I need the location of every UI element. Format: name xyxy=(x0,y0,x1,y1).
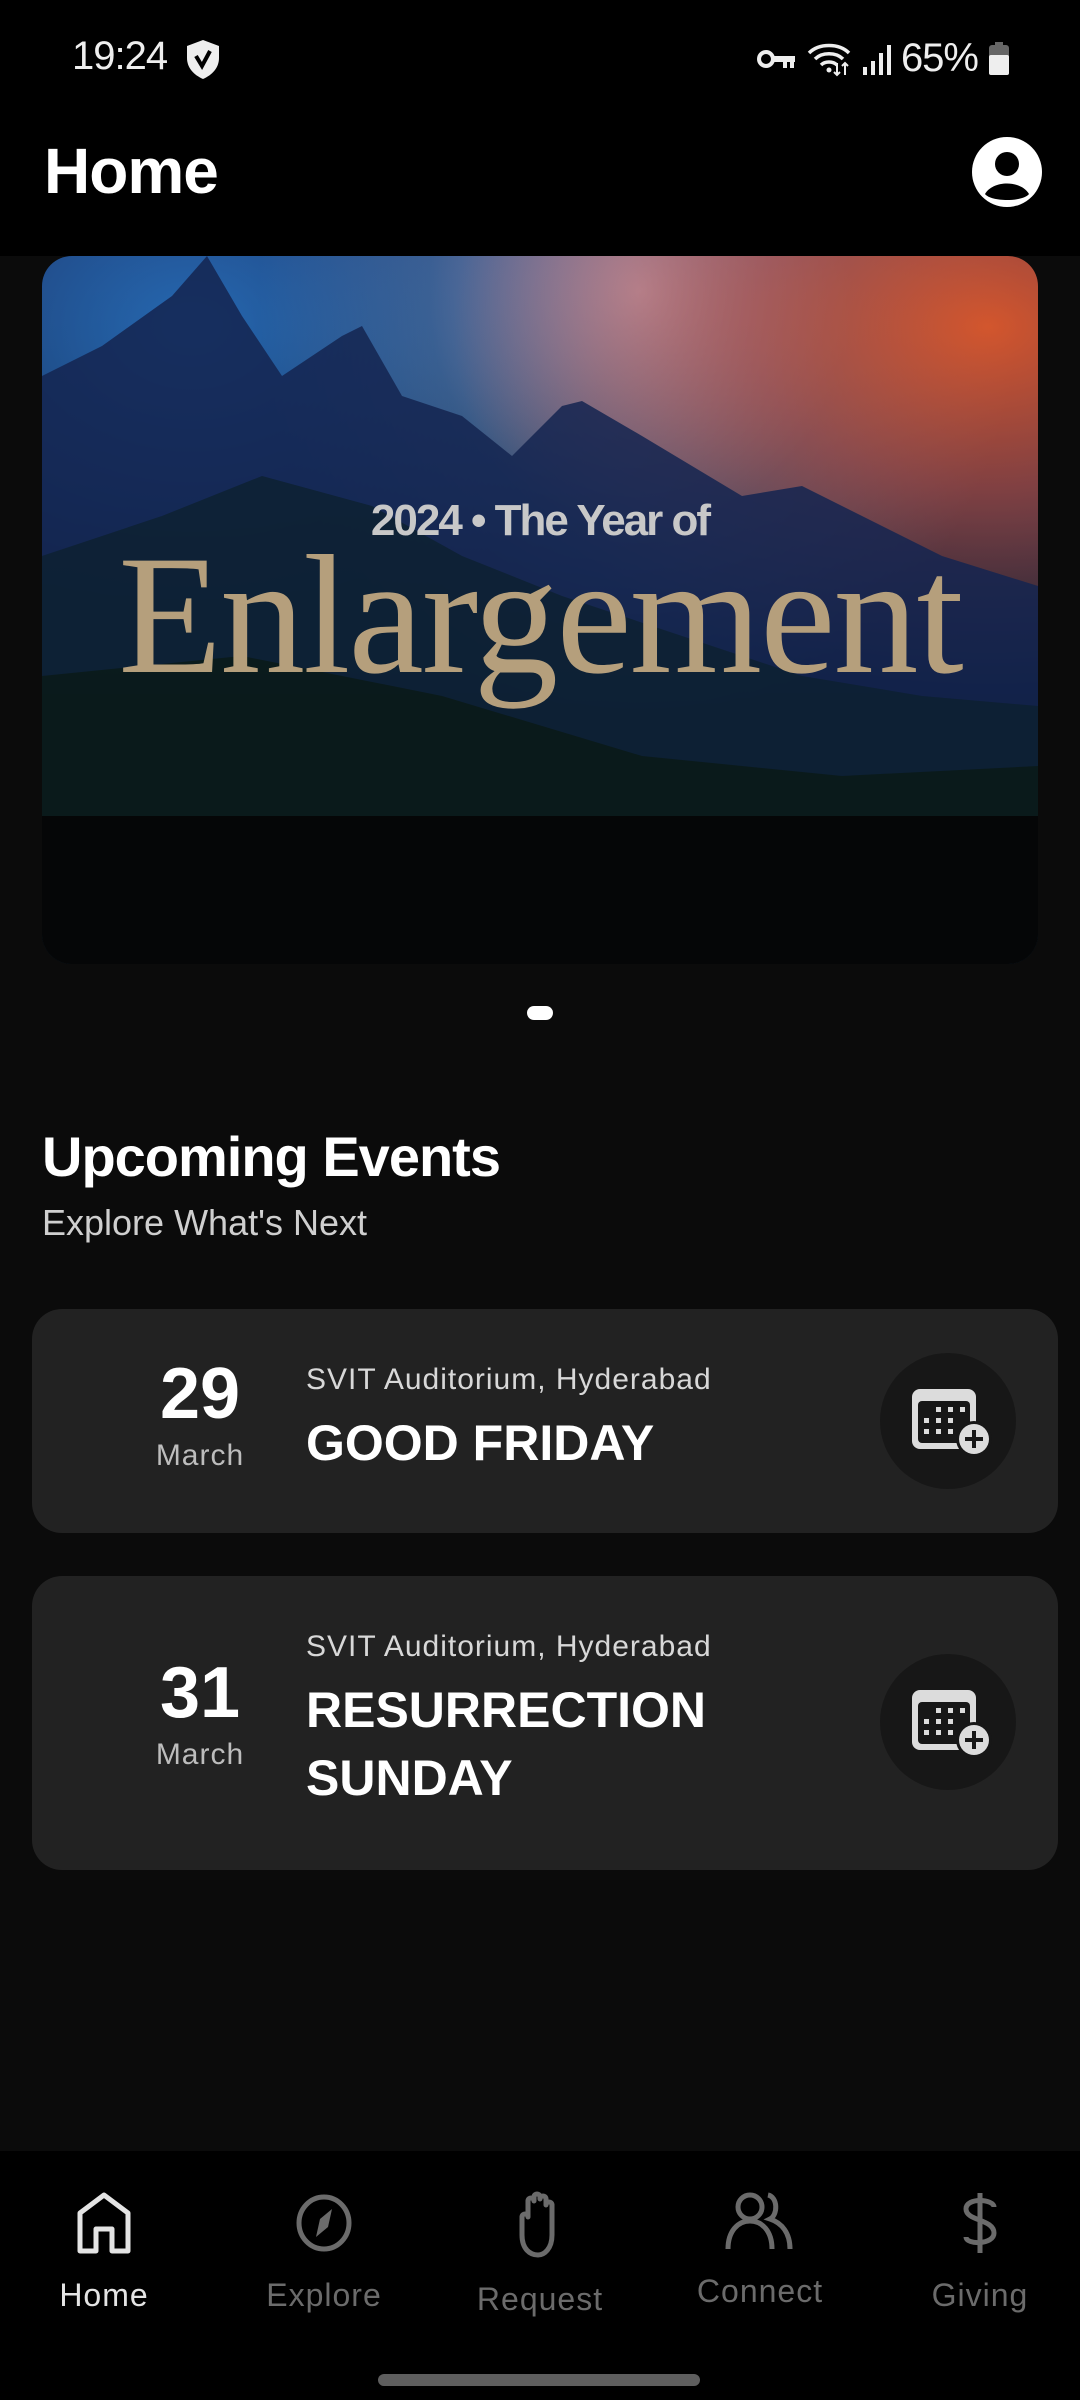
gesture-home-indicator[interactable] xyxy=(378,2374,700,2386)
nav-item-connect[interactable]: Connect xyxy=(660,2191,860,2310)
event-day: 31 xyxy=(159,1653,241,1733)
nav-item-giving[interactable]: Giving xyxy=(880,2191,1080,2314)
wifi-icon xyxy=(807,43,851,76)
event-card[interactable]: 31 March SVIT Auditorium, Hyderabad RESU… xyxy=(32,1576,1058,1870)
bottom-nav: Home Explore Request Connect Giving xyxy=(0,2151,1080,2400)
nav-label: Giving xyxy=(931,2277,1029,2313)
people-icon xyxy=(725,2192,793,2250)
battery-percent: 65% xyxy=(900,36,979,80)
event-title: GOOD FRIDAY xyxy=(306,1415,655,1471)
account-circle-icon[interactable] xyxy=(971,136,1043,208)
calendar-add-icon xyxy=(912,1690,992,1758)
home-icon xyxy=(77,2192,131,2254)
section-subtitle: Explore What's Next xyxy=(42,1202,367,1243)
status-time: 19:24 xyxy=(72,34,168,78)
event-venue: SVIT Auditorium, Hyderabad xyxy=(306,1363,712,1396)
nav-item-home[interactable]: Home xyxy=(4,2191,204,2314)
battery-icon xyxy=(989,41,1009,75)
add-to-calendar-button[interactable] xyxy=(880,1353,1016,1489)
calendar-add-icon xyxy=(912,1389,992,1457)
status-bar: 19:24 65% xyxy=(0,0,1080,110)
nav-label: Request xyxy=(476,2281,604,2317)
banner-title: Enlargement xyxy=(118,521,963,709)
nav-item-request[interactable]: Request xyxy=(440,2191,640,2318)
hero-banner[interactable]: 2024 • The Year of Enlargement xyxy=(42,256,1038,964)
hand-icon xyxy=(519,2191,555,2258)
vpn-key-icon xyxy=(756,49,795,68)
nav-label: Home xyxy=(59,2277,149,2313)
page-title: Home xyxy=(44,135,219,207)
event-day: 29 xyxy=(159,1354,241,1434)
add-to-calendar-button[interactable] xyxy=(880,1654,1016,1790)
event-card[interactable]: 29 March SVIT Auditorium, Hyderabad GOOD… xyxy=(32,1309,1058,1533)
signal-icon xyxy=(862,44,891,75)
event-title: RESURRECTION SUNDAY xyxy=(306,1682,707,1806)
section-title: Upcoming Events xyxy=(42,1125,501,1188)
nav-label: Explore xyxy=(266,2277,382,2313)
event-month: March xyxy=(155,1738,245,1771)
nav-item-explore[interactable]: Explore xyxy=(224,2191,424,2314)
status-icons: 65% xyxy=(756,36,1010,81)
shield-check-icon xyxy=(187,40,219,79)
dollar-icon xyxy=(963,2193,997,2253)
event-month: March xyxy=(155,1439,245,1472)
event-venue: SVIT Auditorium, Hyderabad xyxy=(306,1630,712,1663)
compass-icon xyxy=(296,2194,352,2252)
app-header: Home xyxy=(0,110,1080,256)
carousel-indicator[interactable] xyxy=(527,1006,553,1020)
nav-label: Connect xyxy=(696,2273,824,2309)
